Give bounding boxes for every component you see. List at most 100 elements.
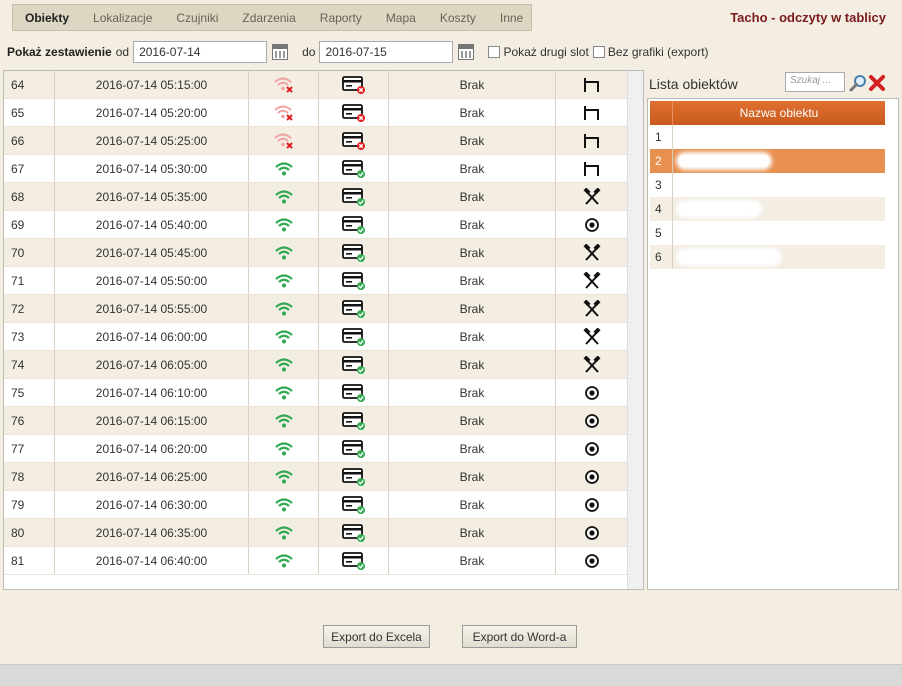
objects-panel-title: Lista obiektów — [649, 76, 738, 92]
row-status: Brak — [389, 323, 556, 350]
search-icon[interactable] — [849, 74, 867, 92]
bed-icon — [556, 155, 628, 182]
table-row[interactable]: 70 2016-07-14 05:45:00 Brak — [4, 239, 628, 267]
no-graphics-checkbox[interactable] — [592, 46, 605, 58]
bed-icon — [556, 127, 628, 154]
row-datetime: 2016-07-14 05:20:00 — [55, 99, 249, 126]
wifi-on-icon — [249, 323, 319, 350]
row-status: Brak — [389, 491, 556, 518]
object-list-item[interactable]: 4 — [650, 197, 885, 221]
nav-item-obiekty[interactable]: Obiekty — [13, 5, 81, 30]
nav-item-czujniki[interactable]: Czujniki — [164, 5, 230, 30]
card-ok-icon — [319, 267, 389, 294]
card-ok-icon — [319, 239, 389, 266]
wifi-on-icon — [249, 379, 319, 406]
row-number: 77 — [4, 435, 55, 462]
table-row[interactable]: 80 2016-07-14 06:35:00 Brak — [4, 519, 628, 547]
hammers-icon — [556, 295, 628, 322]
table-row[interactable]: 81 2016-07-14 06:40:00 Brak — [4, 547, 628, 575]
search-input[interactable]: Szukaj ... — [785, 72, 845, 92]
circle-dot-icon — [556, 407, 628, 434]
wifi-on-icon — [249, 267, 319, 294]
table-row[interactable]: 74 2016-07-14 06:05:00 Brak — [4, 351, 628, 379]
object-list-item[interactable]: 2 — [650, 149, 885, 173]
card-ok-icon — [319, 183, 389, 210]
object-list-item[interactable]: 1 — [650, 125, 885, 149]
table-row[interactable]: 77 2016-07-14 06:20:00 Brak — [4, 435, 628, 463]
nav-item-zdarzenia[interactable]: Zdarzenia — [230, 5, 307, 30]
row-datetime: 2016-07-14 05:55:00 — [55, 295, 249, 322]
table-row[interactable]: 79 2016-07-14 06:30:00 Brak — [4, 491, 628, 519]
circle-dot-icon — [556, 379, 628, 406]
nav-item-raporty[interactable]: Raporty — [308, 5, 374, 30]
row-status: Brak — [389, 435, 556, 462]
table-row[interactable]: 76 2016-07-14 06:15:00 Brak — [4, 407, 628, 435]
object-number: 2 — [655, 154, 662, 168]
export-excel-button[interactable]: Export do Excela — [323, 625, 430, 648]
nav-item-inne[interactable]: Inne — [488, 5, 535, 30]
row-status: Brak — [389, 379, 556, 406]
row-datetime: 2016-07-14 06:15:00 — [55, 407, 249, 434]
row-number: 70 — [4, 239, 55, 266]
row-status: Brak — [389, 99, 556, 126]
table-row[interactable]: 73 2016-07-14 06:00:00 Brak — [4, 323, 628, 351]
nav-item-mapa[interactable]: Mapa — [374, 5, 428, 30]
object-number: 5 — [655, 226, 662, 240]
table-row[interactable]: 68 2016-07-14 05:35:00 Brak — [4, 183, 628, 211]
row-datetime: 2016-07-14 06:25:00 — [55, 463, 249, 490]
row-datetime: 2016-07-14 06:20:00 — [55, 435, 249, 462]
export-word-button[interactable]: Export do Word-a — [462, 625, 577, 648]
wifi-on-icon — [249, 211, 319, 238]
second-slot-checkbox[interactable] — [488, 46, 501, 58]
object-list-item[interactable]: 5 — [650, 221, 885, 245]
wifi-on-icon — [249, 519, 319, 546]
calendar-icon[interactable] — [272, 44, 289, 60]
row-datetime: 2016-07-14 06:05:00 — [55, 351, 249, 378]
table-row[interactable]: 72 2016-07-14 05:55:00 Brak — [4, 295, 628, 323]
table-row[interactable]: 78 2016-07-14 06:25:00 Brak — [4, 463, 628, 491]
row-status: Brak — [389, 239, 556, 266]
bed-icon — [556, 71, 628, 98]
row-datetime: 2016-07-14 05:45:00 — [55, 239, 249, 266]
wifi-off-icon — [249, 71, 319, 98]
table-row[interactable]: 65 2016-07-14 05:20:00 Brak — [4, 99, 628, 127]
table-row[interactable]: 66 2016-07-14 05:25:00 Brak — [4, 127, 628, 155]
row-status: Brak — [389, 211, 556, 238]
wifi-on-icon — [249, 491, 319, 518]
object-list-item[interactable]: 6 — [650, 245, 885, 269]
row-status: Brak — [389, 519, 556, 546]
nav-item-lokalizacje[interactable]: Lokalizacje — [81, 5, 164, 30]
column-header-name[interactable]: Nazwa obiektu — [672, 101, 885, 125]
object-name-redacted — [672, 125, 885, 149]
card-ok-icon — [319, 463, 389, 490]
row-datetime: 2016-07-14 05:25:00 — [55, 127, 249, 154]
object-name-redacted — [672, 197, 885, 221]
object-name-redacted — [672, 173, 885, 197]
close-icon[interactable] — [868, 74, 886, 92]
row-number: 67 — [4, 155, 55, 182]
calendar-icon[interactable] — [458, 44, 475, 60]
circle-dot-icon — [556, 519, 628, 546]
object-list-item[interactable]: 3 — [650, 173, 885, 197]
wifi-on-icon — [249, 351, 319, 378]
date-from-input[interactable] — [133, 41, 268, 63]
row-number: 81 — [4, 547, 55, 574]
table-row[interactable]: 67 2016-07-14 05:30:00 Brak — [4, 155, 628, 183]
row-number: 78 — [4, 463, 55, 490]
table-row[interactable]: 71 2016-07-14 05:50:00 Brak — [4, 267, 628, 295]
table-row[interactable]: 75 2016-07-14 06:10:00 Brak — [4, 379, 628, 407]
row-datetime: 2016-07-14 05:30:00 — [55, 155, 249, 182]
row-datetime: 2016-07-14 06:00:00 — [55, 323, 249, 350]
row-number: 75 — [4, 379, 55, 406]
date-to-input[interactable] — [319, 41, 454, 63]
card-ok-icon — [319, 435, 389, 462]
card-ok-icon — [319, 407, 389, 434]
nav-item-koszty[interactable]: Koszty — [428, 5, 488, 30]
readings-rows: 64 2016-07-14 05:15:00 Brak 65 2016-07-14 05… — [4, 71, 628, 575]
row-number: 64 — [4, 71, 55, 98]
table-scrollbar[interactable] — [627, 71, 643, 589]
table-row[interactable]: 69 2016-07-14 05:40:00 Brak — [4, 211, 628, 239]
filter-label: Pokaż zestawienie — [7, 45, 112, 59]
table-row[interactable]: 64 2016-07-14 05:15:00 Brak — [4, 71, 628, 99]
card-ok-icon — [319, 155, 389, 182]
